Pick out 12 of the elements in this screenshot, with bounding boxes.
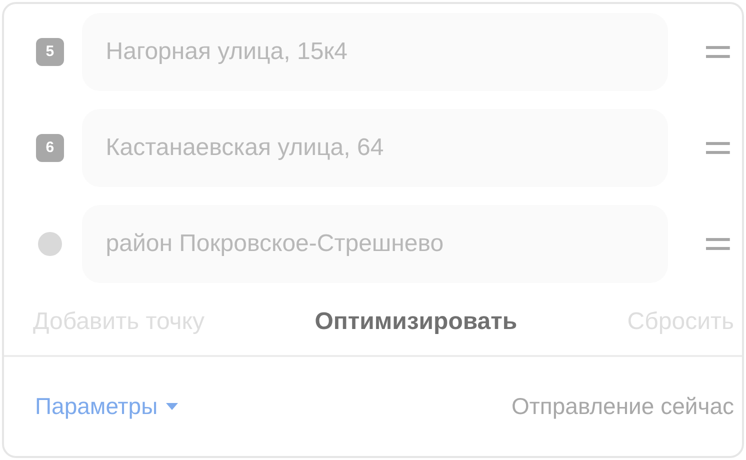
point-number-badge: 6 (36, 134, 64, 162)
caret-icon (166, 402, 178, 410)
address-field[interactable]: район Покровское-Стрешнево (82, 205, 668, 283)
parameters-dropdown[interactable]: Параметры (35, 389, 178, 424)
drag-handle-icon[interactable] (706, 140, 730, 156)
point-number-badge: 5 (36, 38, 64, 66)
action-button[interactable]: Оптимизировать (314, 304, 518, 340)
departure-time-link[interactable]: Отправление сейчас (511, 389, 734, 424)
drag-handle-icon[interactable] (706, 236, 730, 252)
address-field[interactable]: Кастанаевская улица, 64 (82, 109, 668, 187)
drag-handle-icon[interactable] (706, 44, 730, 60)
address-field[interactable]: Нагорная улица, 15к4 (82, 13, 668, 91)
